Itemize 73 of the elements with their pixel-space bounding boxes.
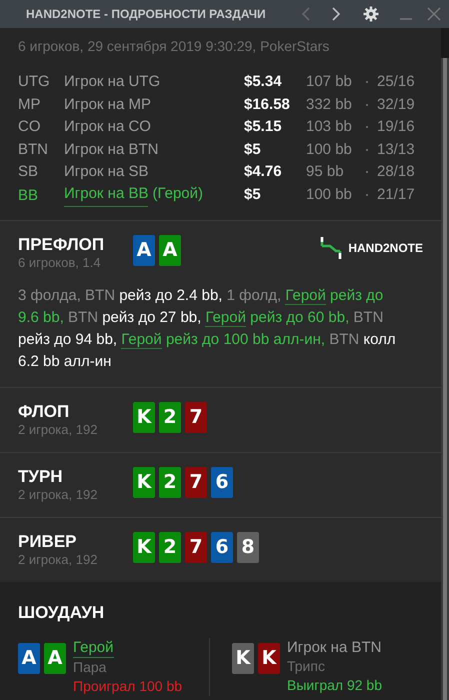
player-stack-bb: 100 bb — [306, 140, 353, 160]
close-icon[interactable] — [427, 7, 441, 21]
street-title: ТУРН — [18, 467, 64, 487]
player-position: BTN — [18, 140, 49, 160]
player-name[interactable]: Герой — [73, 638, 114, 658]
playing-card: K — [133, 467, 155, 498]
playing-card: 7 — [185, 467, 207, 498]
playing-card: 2 — [159, 467, 181, 498]
player-stats: 13/13 — [377, 140, 415, 160]
player-stats: 28/18 — [377, 162, 415, 182]
logo-icon — [320, 235, 342, 261]
player-stack: $5.15 — [244, 117, 283, 137]
settings-icon[interactable] — [363, 6, 379, 22]
player-name[interactable]: Игрок на BB — [64, 183, 148, 206]
player-position: SB — [18, 162, 40, 182]
player-name[interactable]: Игрок на BTN — [64, 138, 158, 161]
player-name[interactable]: Игрок на CO — [64, 116, 151, 138]
action-history: 3 фолда, BTN рейз до 2.4 bb, 1 фолд, Герой рейз до 9.6 bb, BTN рейз до 27 bb, Герой рейз до 60 bb, BTN рейз до 94 bb, Герой рейз до 100 bb алл-ин, BTN колл 6.2 bb алл-ин — [18, 286, 397, 372]
scrollbar[interactable] — [441, 28, 449, 700]
playing-card: K — [133, 402, 155, 433]
playing-card: 8 — [237, 532, 259, 563]
logo-text: HAND2NOTE — [348, 240, 423, 257]
player-position: UTG — [18, 72, 51, 92]
street-title: РИВЕР — [18, 532, 78, 552]
player-stack: $4.76 — [244, 162, 283, 182]
player-stack: $16.58 — [244, 94, 291, 114]
player-name[interactable]: Игрок на MP — [64, 94, 151, 116]
hero-label: (Герой) — [152, 184, 203, 204]
playing-card: A — [44, 642, 66, 674]
hand-rank: Пара — [73, 658, 108, 676]
player-stack-bb: 103 bb — [306, 117, 353, 137]
playing-card: K — [133, 532, 155, 563]
forward-icon[interactable] — [331, 7, 341, 21]
hand-summary: 6 игроков, 29 сентября 2019 9:30:29, PokerStars — [18, 37, 330, 56]
street-title: ПРЕФЛОП — [18, 235, 106, 255]
window-title: HAND2NOTE - ПОДРОБНОСТИ РАЗДАЧИ — [26, 6, 266, 23]
playing-card: A — [159, 235, 181, 266]
playing-card: 2 — [159, 532, 181, 563]
street-title: ФЛОП — [18, 402, 70, 422]
player-stack-bb: 95 bb — [306, 162, 345, 182]
playing-card: K — [232, 642, 254, 674]
street-subtitle: 6 игроков, 1.4 — [18, 255, 102, 271]
playing-card: 7 — [185, 532, 207, 563]
player-stack-bb: 107 bb — [306, 72, 353, 92]
hand-rank: Трипс — [287, 656, 326, 676]
player-position: CO — [18, 117, 42, 137]
showdown-title: ШОУДАУН — [18, 602, 106, 624]
playing-card: 7 — [185, 402, 207, 433]
street-subtitle: 2 игрока, 192 — [18, 487, 98, 503]
player-name[interactable]: Игрок на BTN — [287, 638, 382, 656]
player-stack: $5.34 — [244, 72, 283, 92]
street-subtitle: 2 игрока, 192 — [18, 422, 98, 438]
player-stats: 25/16 — [377, 72, 415, 92]
playing-card: A — [133, 235, 155, 266]
player-stack: $5 — [244, 184, 262, 204]
player-name[interactable]: Игрок на SB — [64, 161, 148, 184]
player-stats: 19/16 — [377, 117, 415, 137]
hand-result: Проиграл 100 bb — [73, 676, 182, 696]
player-stats: 21/17 — [377, 184, 415, 204]
player-stack-bb: 100 bb — [306, 184, 353, 204]
playing-card: 6 — [211, 467, 233, 498]
player-position: MP — [18, 94, 42, 114]
player-stats: 32/19 — [377, 94, 415, 114]
playing-card: K — [258, 642, 280, 674]
player-stack-bb: 332 bb — [306, 94, 353, 114]
player-position: BB — [18, 186, 40, 206]
player-name[interactable]: Игрок на UTG — [64, 71, 160, 94]
street-subtitle: 2 игрока, 192 — [18, 552, 98, 568]
playing-card: 6 — [211, 532, 233, 563]
player-stack: $5 — [244, 140, 262, 160]
playing-card: A — [18, 642, 40, 674]
playing-card: 2 — [159, 402, 181, 433]
hand-result: Выиграл 92 bb — [287, 676, 382, 694]
